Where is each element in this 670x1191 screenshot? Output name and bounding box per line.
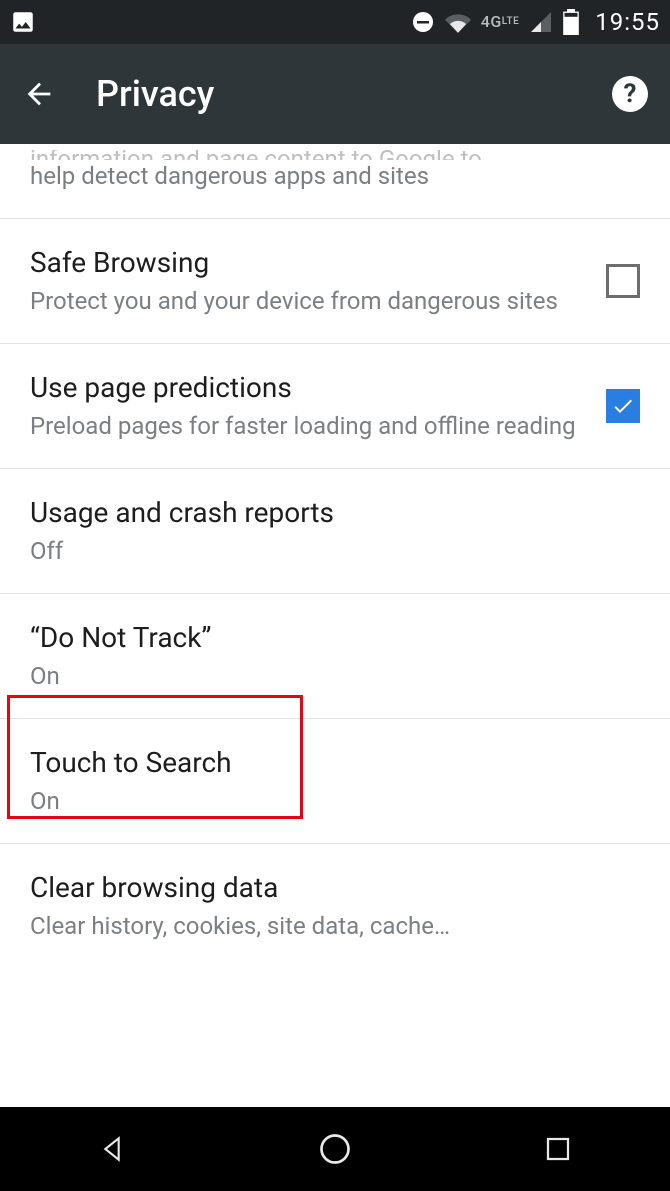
page-predictions-title: Use page predictions — [30, 370, 586, 406]
nav-bar — [0, 1107, 670, 1191]
page-title: Privacy — [96, 73, 572, 115]
dnd-icon — [411, 10, 435, 34]
battery-icon — [563, 9, 579, 35]
partial-item-desc: information and page content to Google t… — [0, 144, 670, 219]
touch-to-search-row[interactable]: Touch to Search On — [0, 719, 670, 844]
wifi-icon — [445, 11, 471, 33]
clock-text: 19:55 — [595, 8, 660, 36]
touch-to-search-value: On — [30, 785, 640, 817]
picture-icon — [10, 9, 36, 35]
help-icon[interactable]: ? — [612, 76, 648, 112]
usage-reports-value: Off — [30, 535, 640, 567]
nav-back-icon[interactable] — [52, 1133, 172, 1165]
signal-icon — [529, 10, 553, 34]
status-right: 4GLTE 19:55 — [411, 8, 660, 36]
clear-browsing-data-desc: Clear history, cookies, site data, cache… — [30, 910, 640, 942]
network-label: 4GLTE — [481, 15, 519, 29]
clear-browsing-data-title: Clear browsing data — [30, 870, 640, 906]
back-icon[interactable] — [22, 77, 56, 111]
device-frame: 4GLTE 19:55 Privacy ? information and pa… — [0, 0, 670, 1191]
page-predictions-checkbox[interactable] — [606, 389, 640, 423]
touch-to-search-title: Touch to Search — [30, 745, 640, 781]
page-predictions-row[interactable]: Use page predictions Preload pages for f… — [0, 344, 670, 469]
do-not-track-row[interactable]: “Do Not Track” On — [0, 594, 670, 719]
safe-browsing-row[interactable]: Safe Browsing Protect you and your devic… — [0, 219, 670, 344]
settings-list: information and page content to Google t… — [0, 144, 670, 1107]
page-predictions-desc: Preload pages for faster loading and off… — [30, 410, 586, 442]
safe-browsing-checkbox[interactable] — [606, 264, 640, 298]
safe-browsing-title: Safe Browsing — [30, 245, 586, 281]
safe-browsing-desc: Protect you and your device from dangero… — [30, 285, 586, 317]
usage-reports-title: Usage and crash reports — [30, 495, 640, 531]
status-left — [10, 9, 411, 35]
nav-recent-icon[interactable] — [498, 1134, 618, 1164]
status-bar: 4GLTE 19:55 — [0, 0, 670, 44]
usage-reports-row[interactable]: Usage and crash reports Off — [0, 469, 670, 594]
do-not-track-title: “Do Not Track” — [30, 620, 640, 656]
app-bar: Privacy ? — [0, 44, 670, 144]
clear-browsing-data-row[interactable]: Clear browsing data Clear history, cooki… — [0, 844, 670, 968]
nav-home-icon[interactable] — [275, 1131, 395, 1167]
do-not-track-value: On — [30, 660, 640, 692]
